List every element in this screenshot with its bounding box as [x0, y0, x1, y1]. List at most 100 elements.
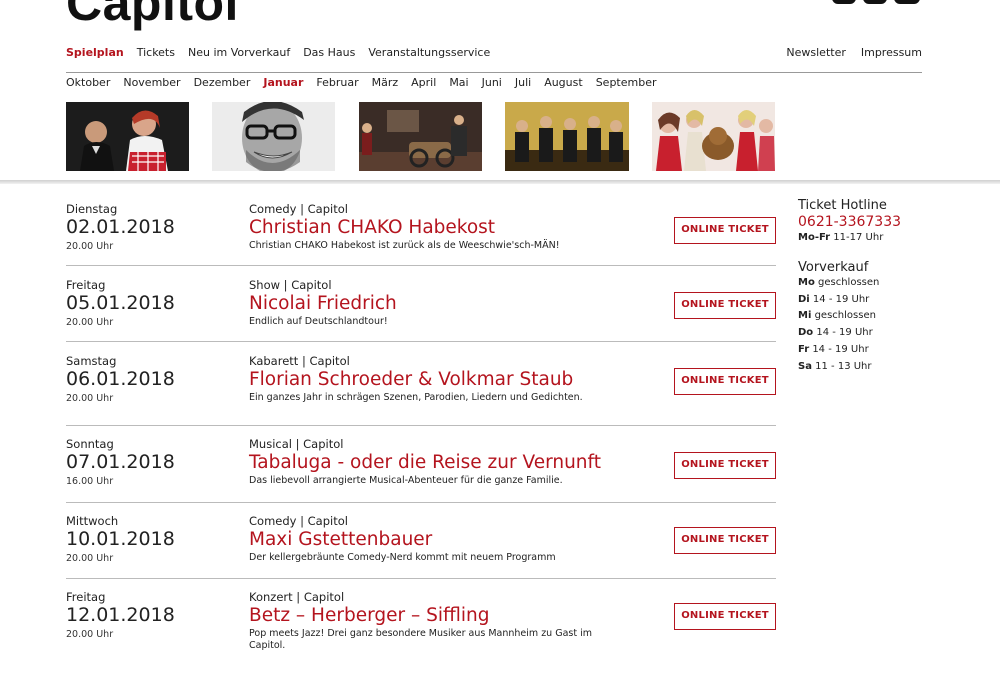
thumbnail-show-ladies-dog[interactable] [652, 102, 775, 171]
presale-hours-row: Fr 14 - 19 Uhr [798, 342, 978, 359]
month-juli[interactable]: Juli [515, 76, 531, 89]
nav-veranstaltungsservice[interactable]: Veranstaltungsservice [368, 46, 490, 59]
nav-tickets[interactable]: Tickets [137, 46, 175, 59]
hotline-hours: Mo-Fr 11-17 Uhr [798, 230, 978, 247]
presale-day: Fr [798, 343, 810, 355]
event-time: 16.00 Uhr [66, 476, 114, 487]
month-juni[interactable]: Juni [482, 76, 502, 89]
event-weekday: Mittwoch [66, 514, 119, 528]
event-weekday: Dienstag [66, 202, 118, 216]
nav-neu-im-vorverkauf[interactable]: Neu im Vorverkauf [188, 46, 290, 59]
event-category: Show | Capitol [249, 278, 332, 292]
capitol-logo[interactable]: Capitol [66, 0, 239, 28]
presale-hours-row: Mo geschlossen [798, 275, 978, 292]
month-maerz[interactable]: März [372, 76, 399, 89]
event-title-link[interactable]: Tabaluga - oder die Reise zur Vernunft [249, 452, 601, 473]
presale-hours-row: Do 14 - 19 Uhr [798, 325, 978, 342]
thumbnail-kabarett-stage[interactable] [359, 102, 482, 171]
event-category: Comedy | Capitol [249, 514, 348, 528]
event-description: Endlich auf Deutschlandtour! [249, 316, 388, 327]
event-date: 06.01.2018 [66, 368, 175, 390]
presale-time: geschlossen [814, 310, 876, 322]
event-title-link[interactable]: Christian CHAKO Habekost [249, 217, 495, 238]
month-april[interactable]: April [411, 76, 436, 89]
event-category: Musical | Capitol [249, 437, 344, 451]
presale-time: geschlossen [818, 276, 880, 288]
event-weekday: Freitag [66, 590, 106, 604]
presale-day: Di [798, 293, 810, 305]
presale-day: Mi [798, 310, 812, 322]
month-august[interactable]: August [544, 76, 583, 89]
presale-time: 11 - 13 Uhr [815, 360, 872, 372]
presale-hours-row: Di 14 - 19 Uhr [798, 292, 978, 309]
event-date: 07.01.2018 [66, 451, 175, 473]
event-weekday: Samstag [66, 354, 117, 368]
presale-day: Do [798, 327, 814, 339]
event-description: Pop meets Jazz! Drei ganz besondere Musi… [249, 628, 592, 651]
nav-spielplan[interactable]: Spielplan [66, 46, 124, 59]
month-februar[interactable]: Februar [316, 76, 358, 89]
hotline-heading: Ticket Hotline [798, 198, 887, 213]
event-description: Das liebevoll arrangierte Musical-Abente… [249, 475, 563, 486]
event-weekday: Freitag [66, 278, 106, 292]
nav-newsletter[interactable]: Newsletter [786, 46, 845, 59]
event-time: 20.00 Uhr [66, 553, 114, 564]
event-description: Christian CHAKO Habekost ist zurück als … [249, 240, 560, 251]
online-ticket-button[interactable]: ONLINE TICKET [674, 603, 776, 630]
event-weekday: Sonntag [66, 437, 114, 451]
online-ticket-button[interactable]: ONLINE TICKET [674, 452, 776, 479]
event-title-link[interactable]: Betz – Herberger – Siffling [249, 605, 489, 626]
event-date: 10.01.2018 [66, 528, 175, 550]
event-title-link[interactable]: Nicolai Friedrich [249, 293, 397, 314]
event-time: 20.00 Uhr [66, 317, 114, 328]
month-dezember[interactable]: Dezember [194, 76, 251, 89]
event-row: Freitag 12.01.2018 20.00 Uhr Konzert | C… [66, 579, 776, 669]
nav-das-haus[interactable]: Das Haus [303, 46, 355, 59]
month-november[interactable]: November [123, 76, 180, 89]
event-time: 20.00 Uhr [66, 393, 114, 404]
event-title-link[interactable]: Maxi Gstettenbauer [249, 529, 432, 550]
presale-heading: Vorverkauf [798, 259, 869, 275]
month-navigation: Oktober November Dezember Januar Februar… [66, 76, 657, 89]
month-september[interactable]: September [596, 76, 657, 89]
presale-time: 14 - 19 Uhr [812, 343, 869, 355]
month-mai[interactable]: Mai [449, 76, 468, 89]
month-oktober[interactable]: Oktober [66, 76, 110, 89]
partner-logo[interactable] [832, 0, 922, 6]
event-row: Freitag 05.01.2018 20.00 Uhr Show | Capi… [66, 266, 776, 342]
online-ticket-button[interactable]: ONLINE TICKET [674, 217, 776, 244]
presale-day: Sa [798, 360, 812, 372]
event-description: Der kellergebräunte Comedy-Nerd kommt mi… [249, 552, 556, 563]
nav-divider [66, 72, 922, 73]
thumbnail-comedy-couple[interactable] [66, 102, 189, 171]
presale-hours-row: Mi geschlossen [798, 308, 978, 325]
presale-hours-row: Sa 11 - 13 Uhr [798, 359, 978, 376]
online-ticket-button[interactable]: ONLINE TICKET [674, 527, 776, 554]
event-date: 12.01.2018 [66, 604, 175, 626]
hotline-hours-time: 11-17 Uhr [833, 232, 884, 243]
thumbnail-musicians-group[interactable] [505, 102, 629, 171]
event-category: Comedy | Capitol [249, 202, 348, 216]
thumbnail-magician-portrait[interactable] [212, 102, 335, 171]
event-row: Mittwoch 10.01.2018 20.00 Uhr Comedy | C… [66, 503, 776, 579]
presale-time: 14 - 19 Uhr [812, 293, 870, 305]
online-ticket-button[interactable]: ONLINE TICKET [674, 368, 776, 395]
nav-impressum[interactable]: Impressum [861, 46, 922, 59]
event-category: Konzert | Capitol [249, 590, 345, 604]
event-title-link[interactable]: Florian Schroeder & Volkmar Staub [249, 369, 573, 390]
ticket-sidebar: Ticket Hotline 0621-3367333 Mo-Fr 11-17 … [798, 198, 978, 376]
event-time: 20.00 Uhr [66, 241, 114, 252]
event-category: Kabarett | Capitol [249, 354, 350, 368]
presale-time: 14 - 19 Uhr [816, 327, 873, 339]
hotline-hours-days: Mo-Fr [798, 232, 831, 243]
event-row: Samstag 06.01.2018 20.00 Uhr Kabarett | … [66, 342, 776, 426]
month-januar[interactable]: Januar [263, 76, 303, 89]
hotline-phone-link[interactable]: 0621-3367333 [798, 214, 978, 230]
event-description: Ein ganzes Jahr in schrägen Szenen, Paro… [249, 392, 583, 403]
header-separator [0, 180, 1000, 184]
event-date: 02.01.2018 [66, 216, 175, 238]
main-navigation: Spielplan Tickets Neu im Vorverkauf Das … [66, 46, 922, 66]
event-row: Dienstag 02.01.2018 20.00 Uhr Comedy | C… [66, 195, 776, 266]
online-ticket-button[interactable]: ONLINE TICKET [674, 292, 776, 319]
event-row: Sonntag 07.01.2018 16.00 Uhr Musical | C… [66, 426, 776, 503]
